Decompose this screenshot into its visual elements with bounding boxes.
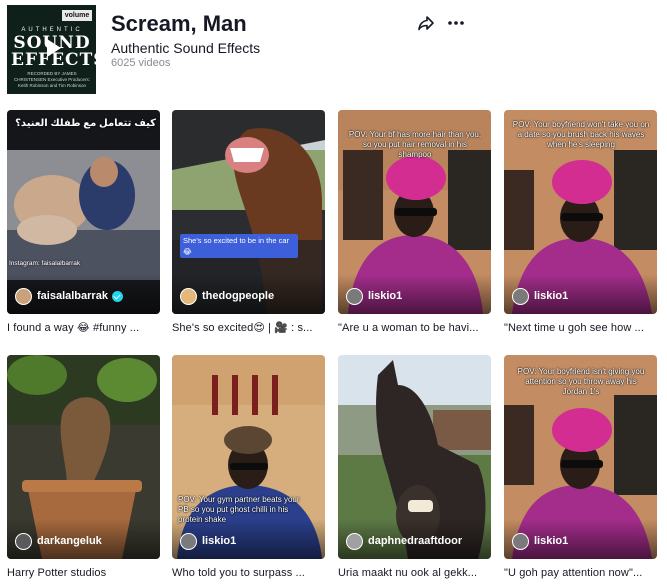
avatar — [15, 532, 32, 550]
overlay-text: POV: Your bf has more hair than you, so … — [348, 130, 482, 159]
avatar — [512, 532, 529, 550]
video-thumbnail[interactable]: POV: Your gym partner beats your PB so y… — [172, 355, 325, 559]
creator-name: liskio1 — [534, 290, 569, 302]
video-caption[interactable]: Uria maakt nu ook al gekk... — [338, 566, 491, 580]
overlay-text: كيف تتعامل مع طفلك العنيد؟ — [15, 118, 156, 129]
video-caption[interactable]: Who told you to surpass ... — [172, 566, 325, 580]
creator-info[interactable]: liskio1 — [180, 531, 236, 551]
creator-info[interactable]: thedogpeople — [180, 286, 274, 306]
video-thumbnail[interactable]: darkangeluk — [7, 355, 160, 559]
avatar — [15, 287, 32, 305]
video-thumbnail[interactable]: POV: Your boyfriend won't take you on a … — [504, 110, 657, 314]
verified-badge-icon — [111, 290, 123, 302]
avatar — [346, 532, 363, 550]
cover-volume-badge: volume 4 — [62, 10, 92, 30]
creator-name: daphnedraaftdoor — [368, 535, 463, 547]
creator-info[interactable]: darkangeluk — [15, 531, 102, 551]
video-card[interactable]: daphnedraaftdoor Uria maakt nu ook al ge… — [338, 355, 491, 580]
sound-artist[interactable]: Authentic Sound Effects — [111, 39, 260, 57]
creator-name: thedogpeople — [202, 290, 275, 302]
video-caption[interactable]: She's so excited😍 | 🎥 : s... — [172, 321, 325, 335]
video-card[interactable]: POV: Your bf has more hair than you, so … — [338, 110, 491, 335]
avatar — [180, 287, 197, 305]
more-horizontal-icon[interactable] — [447, 14, 465, 32]
play-icon[interactable] — [39, 35, 65, 61]
watermark-text: Instagram: faisalalbarrak — [9, 260, 81, 267]
video-thumbnail[interactable]: daphnedraaftdoor — [338, 355, 491, 559]
avatar — [346, 287, 363, 305]
creator-name: faisalalbarrak — [37, 290, 108, 302]
avatar — [512, 287, 529, 305]
video-caption[interactable]: "U goh pay attention now"... — [504, 566, 657, 580]
video-caption[interactable]: "Next time u goh see how ... — [504, 321, 657, 335]
share-icon[interactable] — [417, 14, 435, 32]
creator-info[interactable]: liskio1 — [346, 286, 402, 306]
video-thumbnail[interactable]: كيف تتعامل مع طفلك العنيد؟ Instagram: fa… — [7, 110, 160, 314]
video-thumbnail[interactable]: POV: Your boyfriend isn't giving you att… — [504, 355, 657, 559]
sound-cover[interactable]: volume 4 AUTHENTIC SOUNDEFFECTS RECORDED… — [7, 5, 96, 94]
creator-name: liskio1 — [202, 535, 237, 547]
video-card[interactable]: She's so excited to be in the car 😂 thed… — [172, 110, 325, 335]
creator-name: liskio1 — [368, 290, 403, 302]
sound-title: Scream, Man — [111, 11, 247, 36]
video-thumbnail[interactable]: She's so excited to be in the car 😂 thed… — [172, 110, 325, 314]
video-thumbnail[interactable]: POV: Your bf has more hair than you, so … — [338, 110, 491, 314]
creator-info[interactable]: liskio1 — [512, 286, 568, 306]
video-card[interactable]: كيف تتعامل مع طفلك العنيد؟ Instagram: fa… — [7, 110, 160, 335]
video-caption[interactable]: "Are u a woman to be havi... — [338, 321, 491, 335]
video-caption[interactable]: I found a way 😂 #funny ... — [7, 321, 160, 335]
creator-info[interactable]: daphnedraaftdoor — [346, 531, 462, 551]
video-card[interactable]: POV: Your gym partner beats your PB so y… — [172, 355, 325, 580]
video-caption[interactable]: Harry Potter studios — [7, 566, 160, 580]
overlay-text: POV: Your boyfriend won't take you on a … — [512, 120, 650, 149]
video-card[interactable]: POV: Your boyfriend isn't giving you att… — [504, 355, 657, 580]
video-card[interactable]: POV: Your boyfriend won't take you on a … — [504, 110, 657, 335]
overlay-text: POV: Your boyfriend isn't giving you att… — [517, 367, 645, 396]
sound-header: volume 4 AUTHENTIC SOUNDEFFECTS RECORDED… — [7, 5, 660, 97]
video-card[interactable]: darkangeluk Harry Potter studios — [7, 355, 160, 580]
overlay-text: She's so excited to be in the car 😂 — [180, 234, 298, 258]
creator-info[interactable]: faisalalbarrak — [15, 286, 123, 306]
video-count: 6025 videos — [111, 57, 171, 69]
creator-name: liskio1 — [534, 535, 569, 547]
avatar — [180, 532, 197, 550]
creator-name: darkangeluk — [37, 535, 102, 547]
cover-credits: RECORDED BY JAMES CHRISTENSEN Executive … — [13, 71, 91, 88]
creator-info[interactable]: liskio1 — [512, 531, 568, 551]
